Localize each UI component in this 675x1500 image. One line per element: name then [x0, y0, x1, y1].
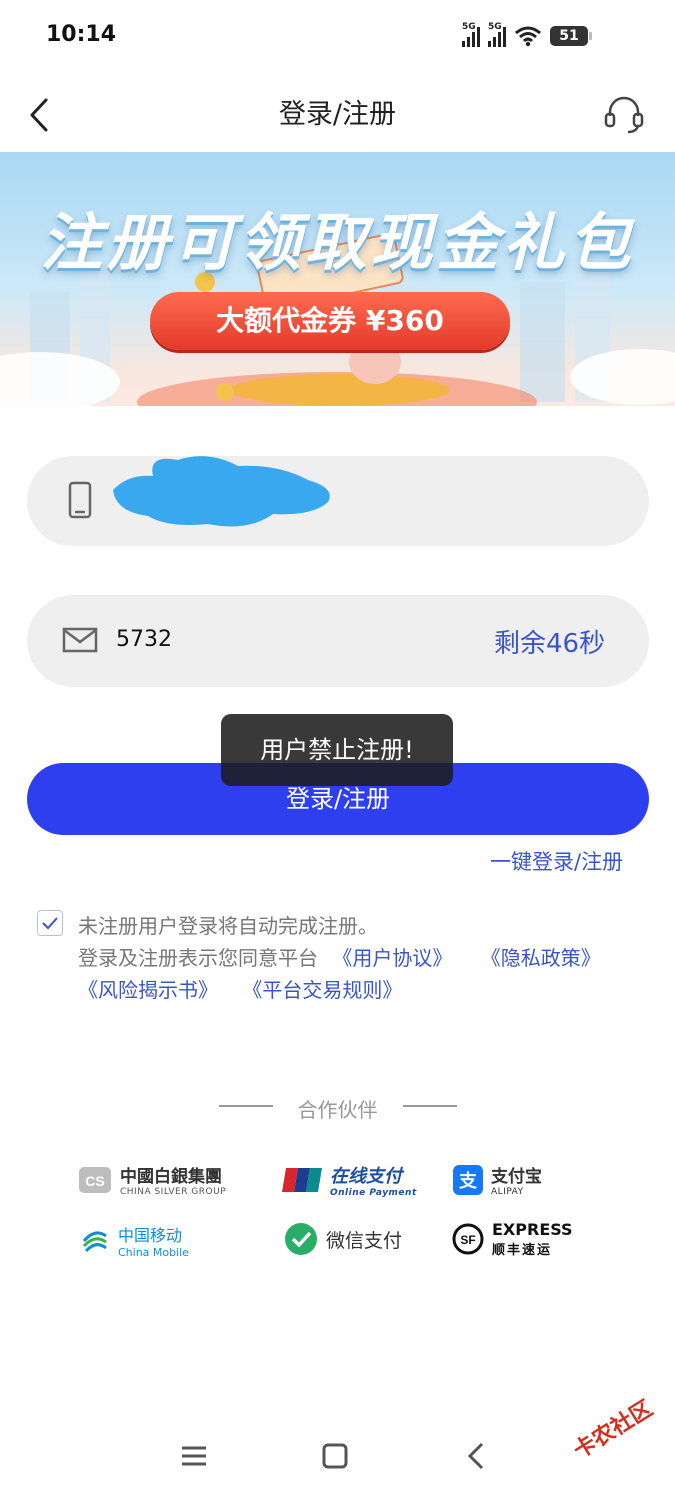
partner-wechat-pay: 微信支付	[284, 1222, 402, 1256]
partner-china-mobile: 中国移动 China Mobile	[80, 1222, 189, 1259]
network-type-label-2: 5G	[488, 22, 502, 32]
alipay-logo-icon: 支	[453, 1164, 483, 1195]
risk-disclosure-link[interactable]: 《风险揭示书》	[78, 978, 218, 1002]
partner-alipay: 支 支付宝 ALIPAY	[453, 1162, 542, 1197]
china-silver-logo-icon: CS	[79, 1166, 111, 1193]
phone-icon	[68, 481, 92, 519]
trading-rules-link[interactable]: 《平台交易规则》	[242, 978, 402, 1002]
partner-china-silver: CS 中國白銀集團 CHINA SILVER GROUP	[78, 1162, 226, 1197]
wechat-pay-logo-icon	[285, 1223, 317, 1255]
partner-name: 支付宝	[491, 1167, 542, 1187]
svg-text:SF: SF	[460, 1233, 475, 1247]
battery-icon: 51	[550, 26, 592, 46]
cellular-signal-icon: 5G	[462, 22, 480, 47]
customer-service-headset-icon[interactable]	[600, 90, 648, 138]
network-type-label: 5G	[462, 22, 476, 32]
back-nav-icon[interactable]	[446, 1440, 506, 1474]
partner-name: 中国移动	[118, 1226, 183, 1245]
page-title: 登录/注册	[278, 99, 397, 130]
agreement-text: 未注册用户登录将自动完成注册。	[78, 914, 378, 938]
china-mobile-logo-icon	[82, 1230, 107, 1252]
status-icons: 5G 5G 51	[462, 22, 592, 50]
one-tap-login-link[interactable]: 一键登录/注册	[490, 846, 623, 876]
recent-apps-icon[interactable]	[164, 1440, 224, 1474]
agreement-checkbox[interactable]	[37, 910, 63, 936]
redacted-phone-number	[113, 456, 330, 527]
partner-sub: 顺丰速运	[492, 1243, 553, 1258]
mail-icon	[62, 627, 98, 653]
error-toast: 用户禁止注册!	[221, 714, 453, 786]
verification-code-value: 5732	[116, 627, 172, 652]
user-agreement-link[interactable]: 《用户协议》	[332, 946, 452, 970]
agreement-line-2: 登录及注册表示您同意平台 《用户协议》 《隐私政策》	[78, 942, 601, 971]
watermark-logo: 卡农社区	[569, 1396, 658, 1465]
partner-sub: ALIPAY	[491, 1187, 524, 1197]
svg-text:支: 支	[458, 1170, 478, 1192]
svg-text:CS: CS	[85, 1173, 104, 1189]
partner-sf-express: SF EXPRESS 顺丰速运	[452, 1220, 573, 1258]
partner-name: 微信支付	[326, 1229, 403, 1252]
partner-name: 中國白銀集團	[120, 1167, 222, 1187]
partner-sub: Online Payment	[330, 1188, 417, 1198]
status-time: 10:14	[46, 22, 117, 47]
unionpay-logo-icon	[282, 1168, 322, 1192]
partners-title: 合作伙伴	[297, 1098, 378, 1122]
banner-voucher-ribbon: 大额代金券 ¥360	[150, 292, 510, 350]
home-icon[interactable]	[305, 1440, 365, 1474]
agreement-line-3: 《风险揭示书》 《平台交易规则》	[78, 974, 402, 1003]
partner-name: 在线支付	[330, 1166, 402, 1187]
partner-sub: China Mobile	[118, 1246, 190, 1259]
cellular-signal-icon-2: 5G	[488, 22, 506, 47]
sf-express-logo-icon: SF	[452, 1223, 484, 1255]
banner-headline: 注册可领取现金礼包	[40, 206, 635, 279]
partner-sub: CHINA SILVER GROUP	[120, 1187, 227, 1197]
privacy-policy-link[interactable]: 《隐私政策》	[481, 946, 601, 970]
resend-countdown: 剩余46秒	[494, 629, 606, 659]
checkmark-icon	[42, 917, 58, 930]
agreement-prefix: 登录及注册表示您同意平台	[78, 946, 318, 970]
wifi-icon	[515, 26, 541, 47]
promo-banner[interactable]: 注册可领取现金礼包 大额代金券 ¥360	[0, 152, 675, 406]
partner-name: EXPRESS	[492, 1220, 573, 1239]
partner-unionpay: 在线支付 Online Payment	[282, 1162, 417, 1198]
